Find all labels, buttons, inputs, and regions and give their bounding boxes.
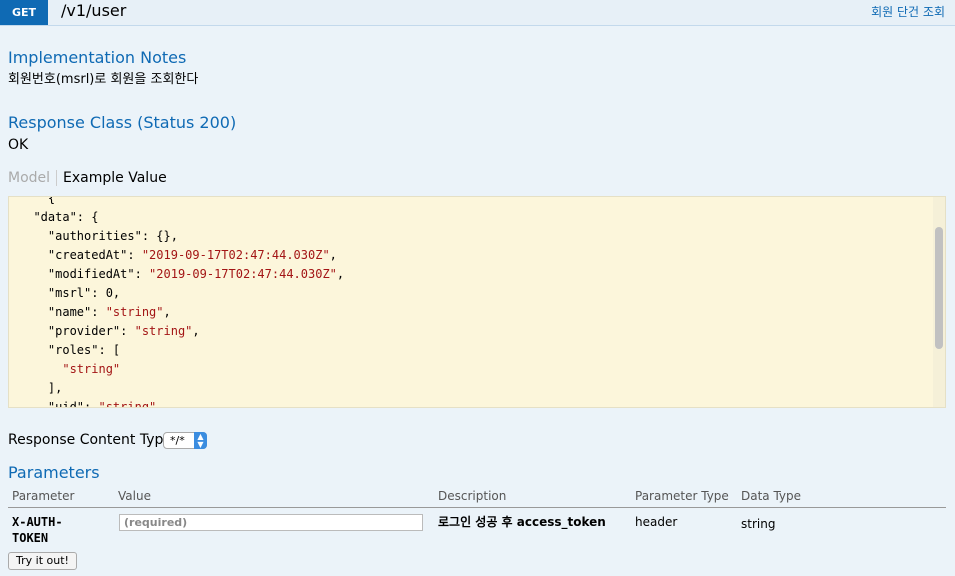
json-line: "authorities": {},	[19, 229, 178, 243]
operation-content: Implementation Notes 회원번호(msrl)로 회원을 조회한…	[0, 26, 955, 576]
http-method-badge[interactable]: GET	[0, 0, 48, 25]
endpoint-path[interactable]: /v1/user	[61, 1, 126, 21]
response-class-title: Response Class (Status 200)	[8, 113, 237, 132]
param-description: 로그인 성공 후 access_token	[438, 515, 606, 529]
tab-example-value[interactable]: Example Value	[57, 170, 167, 186]
json-string-value: "2019-09-17T02:47:44.030Z"	[141, 248, 330, 262]
header-value: Value	[118, 489, 151, 503]
param-data-type: string	[741, 517, 776, 531]
example-value-box[interactable]: { "data": { "authorities": {}, "createdA…	[8, 196, 946, 408]
select-arrows-icon: ▲ ▼	[194, 432, 207, 449]
json-line: ],	[19, 381, 63, 395]
operation-heading[interactable]: GET /v1/user 회원 단건 조회	[0, 0, 955, 26]
response-class-text: OK	[8, 137, 29, 153]
implementation-notes-title: Implementation Notes	[8, 48, 187, 67]
model-tabs: Model Example Value	[8, 169, 167, 187]
json-line: "roles": [	[19, 343, 121, 357]
json-line: "uid": "string"	[19, 400, 157, 408]
header-data-type: Data Type	[741, 489, 802, 503]
x-auth-token-input[interactable]	[119, 514, 423, 531]
json-line: "data": {	[19, 210, 99, 224]
code-scrollbar-thumb[interactable]	[935, 227, 943, 349]
json-line: "modifiedAt": "2019-09-17T02:47:44.030Z"…	[19, 267, 345, 281]
json-string-value: "2019-09-17T02:47:44.030Z"	[149, 267, 337, 281]
json-string-value: "string"	[134, 324, 193, 338]
json-line: "createdAt": "2019-09-17T02:47:44.030Z",	[19, 248, 337, 262]
json-string-value: "string"	[98, 400, 157, 408]
header-parameter: Parameter	[12, 489, 75, 503]
response-content-type-select[interactable]: */* ▲ ▼	[163, 432, 207, 449]
param-name: X-AUTH- TOKEN	[12, 515, 63, 545]
example-json: { "data": { "authorities": {}, "createdA…	[19, 197, 345, 408]
response-content-type-value: */*	[170, 434, 185, 447]
code-scrollbar[interactable]	[933, 197, 945, 407]
json-line: "msrl": 0,	[19, 286, 121, 300]
table-header-divider	[8, 507, 946, 508]
try-it-out-button[interactable]: Try it out!	[8, 552, 77, 570]
header-description: Description	[438, 489, 507, 503]
operation-summary-link[interactable]: 회원 단건 조회	[871, 3, 945, 20]
parameters-title: Parameters	[8, 463, 100, 482]
tab-model[interactable]: Model	[8, 170, 58, 186]
implementation-notes-text: 회원번호(msrl)로 회원을 조회한다	[8, 72, 199, 87]
header-parameter-type: Parameter Type	[635, 489, 729, 503]
response-content-type-label: Response Content Type	[8, 432, 172, 448]
json-string-value: "string"	[105, 305, 164, 319]
json-line: "string"	[19, 362, 120, 376]
json-line: "provider": "string",	[19, 324, 200, 338]
json-string-value: "string"	[62, 362, 121, 376]
param-type: header	[635, 515, 678, 529]
json-line: "name": "string",	[19, 305, 171, 319]
